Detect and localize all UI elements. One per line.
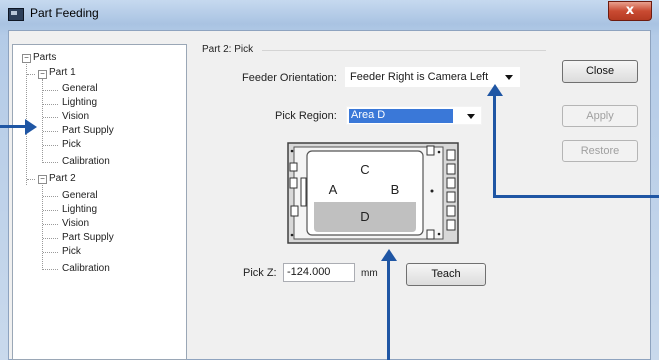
tree-connector <box>43 210 58 211</box>
tree-node-part1-pick[interactable]: Pick <box>62 139 81 150</box>
teach-button[interactable]: Teach <box>406 263 486 286</box>
tree-connector <box>43 90 58 91</box>
tree-connector <box>42 79 43 163</box>
tree-node-part2-vision[interactable]: Vision <box>62 218 89 229</box>
pick-z-value: -124.000 <box>287 266 331 278</box>
arrow-right-icon <box>25 119 37 135</box>
tree-connector <box>43 269 58 270</box>
feeder-diagram[interactable]: C A B D <box>287 142 459 244</box>
area-b-label: B <box>391 182 400 197</box>
tree-node-part2-pick[interactable]: Pick <box>62 246 81 257</box>
restore-button[interactable]: Restore <box>562 140 638 162</box>
tree-connector <box>27 179 35 180</box>
chevron-down-icon <box>467 114 475 119</box>
tree-connector <box>43 238 58 239</box>
tree-node-parts[interactable]: Parts <box>33 52 56 63</box>
pick-z-label: Pick Z: <box>243 267 277 279</box>
collapse-icon[interactable]: − <box>22 54 31 63</box>
tree-node-part2-part-supply[interactable]: Part Supply <box>62 232 114 243</box>
title-bar[interactable]: Part Feeding x <box>0 0 659 30</box>
tree-node-part-2[interactable]: Part 2 <box>49 173 76 184</box>
tree-connector <box>43 131 58 132</box>
pick-region-dropdown[interactable]: Area D <box>346 106 482 125</box>
tree-connector <box>43 252 58 253</box>
pick-region-label: Pick Region: <box>275 110 337 122</box>
chevron-down-icon <box>505 75 513 80</box>
pick-z-input[interactable]: -124.000 <box>283 263 355 282</box>
window-title: Part Feeding <box>30 6 99 20</box>
collapse-icon[interactable]: − <box>38 175 47 184</box>
close-icon: x <box>625 3 635 18</box>
tree-connector <box>43 104 58 105</box>
tree-node-part1-part-supply[interactable]: Part Supply <box>62 125 114 136</box>
feeder-orientation-label: Feeder Orientation: <box>242 72 337 84</box>
tree-connector <box>27 74 35 75</box>
close-button[interactable]: Close <box>562 60 638 83</box>
arrow-up-icon <box>487 84 503 96</box>
arrow-up-icon <box>381 249 397 261</box>
group-divider <box>262 50 546 51</box>
callout-arrow-tree-line <box>0 125 25 128</box>
feeder-orientation-value: Feeder Right is Camera Left <box>350 71 489 83</box>
tree-node-part1-general[interactable]: General <box>62 83 98 94</box>
tree-node-part2-general[interactable]: General <box>62 190 98 201</box>
area-a-label: A <box>329 182 338 197</box>
tree-connector <box>43 117 58 118</box>
tree-node-part-1[interactable]: Part 1 <box>49 67 76 78</box>
callout-arrow-diagram-line <box>387 260 390 360</box>
tree-node-part2-lighting[interactable]: Lighting <box>62 204 97 215</box>
window-close-button[interactable]: x <box>608 1 652 21</box>
apply-button[interactable]: Apply <box>562 105 638 127</box>
parts-tree[interactable]: − Parts − Part 1 General Lighting Vision… <box>12 44 187 360</box>
pick-z-unit: mm <box>361 268 378 279</box>
tree-node-part1-calibration[interactable]: Calibration <box>62 156 110 167</box>
app-icon <box>8 8 24 21</box>
tree-connector <box>43 162 58 163</box>
tree-node-part1-lighting[interactable]: Lighting <box>62 97 97 108</box>
tree-node-part1-vision[interactable]: Vision <box>62 111 89 122</box>
group-title: Part 2: Pick <box>202 44 254 55</box>
tree-node-part2-calibration[interactable]: Calibration <box>62 263 110 274</box>
pick-region-value: Area D <box>351 109 386 121</box>
callout-arrow-orientation-line <box>493 94 496 197</box>
tree-connector <box>43 224 58 225</box>
collapse-icon[interactable]: − <box>38 70 47 79</box>
tree-connector <box>43 196 58 197</box>
area-d-label: D <box>360 209 369 224</box>
area-c-label: C <box>360 162 369 177</box>
callout-arrow-orientation-line <box>493 195 659 198</box>
tree-connector <box>43 145 58 146</box>
